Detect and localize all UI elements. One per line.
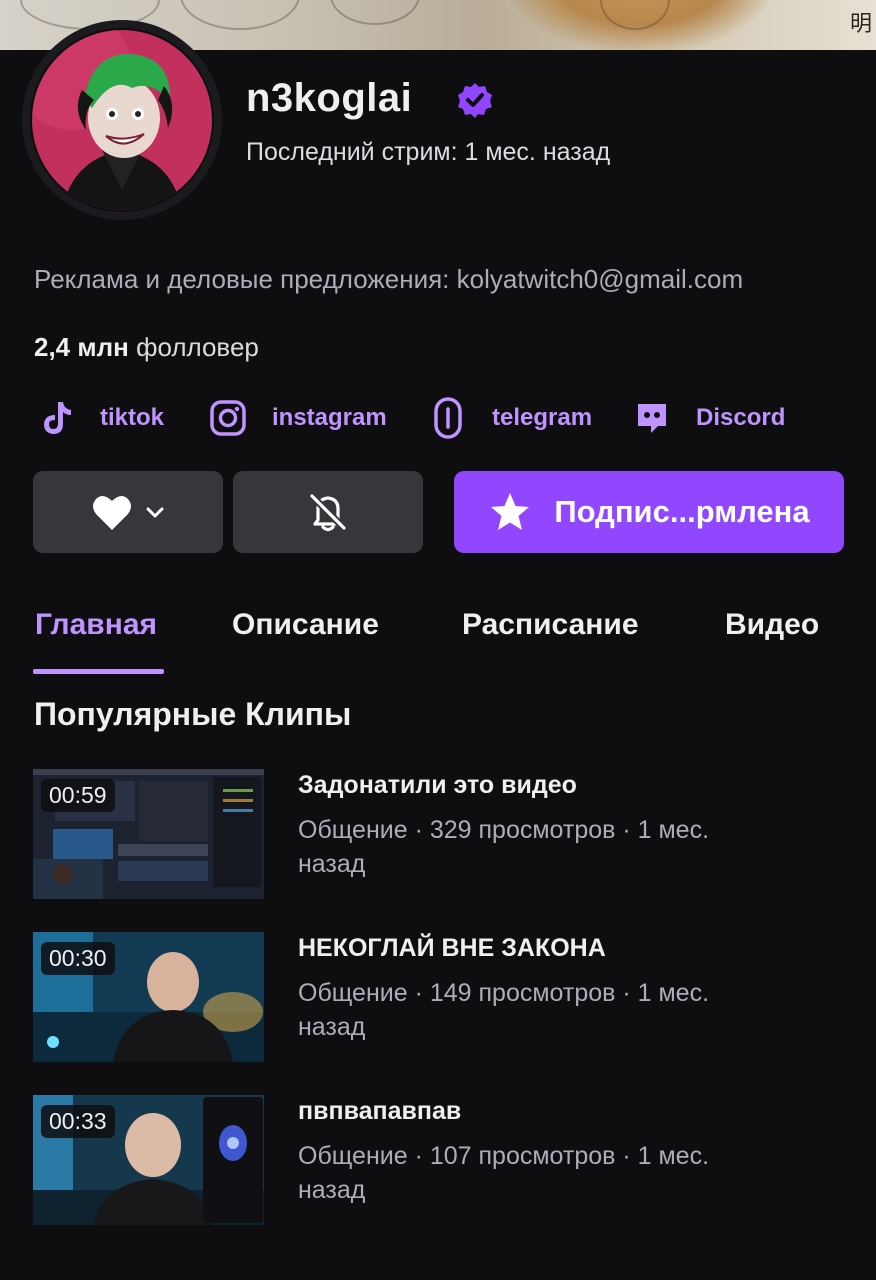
clip-item[interactable]: 00:33 пвпвапавпав Общение · 107 просмотр… bbox=[33, 1095, 843, 1227]
popular-clips-heading: Популярные Клипы bbox=[34, 696, 352, 732]
follow-button[interactable] bbox=[33, 471, 223, 553]
social-link-tiktok[interactable]: tiktok bbox=[34, 394, 164, 442]
channel-name: n3koglai bbox=[246, 76, 413, 120]
followers-number: 2,4 млн bbox=[34, 332, 129, 362]
heart-icon bbox=[93, 495, 131, 530]
followers-count: 2,4 млн фолловер bbox=[34, 332, 259, 363]
tab-schedule[interactable]: Расписание bbox=[462, 608, 639, 642]
clip-duration: 00:33 bbox=[41, 1105, 115, 1138]
subscribe-button[interactable]: Подпис...рмлена bbox=[454, 471, 844, 553]
clip-thumbnail[interactable]: 00:59 bbox=[33, 769, 264, 899]
active-tab-indicator bbox=[33, 669, 164, 674]
instagram-icon bbox=[206, 396, 250, 440]
discord-icon bbox=[630, 396, 674, 440]
social-label: telegram bbox=[492, 404, 593, 431]
star-icon bbox=[491, 493, 530, 530]
banner-glyph: 明 bbox=[849, 12, 872, 37]
social-label: instagram bbox=[272, 404, 387, 431]
clip-item[interactable]: 00:59 Задонатили это видео Общение · 329… bbox=[33, 769, 843, 901]
channel-page: 明 n3koglai Последний стрим: 1 мес. назад… bbox=[0, 0, 876, 1280]
tab-about[interactable]: Описание bbox=[232, 608, 379, 642]
clip-thumbnail[interactable]: 00:30 bbox=[33, 932, 264, 1062]
clip-thumbnail[interactable]: 00:33 bbox=[33, 1095, 264, 1225]
clip-title[interactable]: НЕКОГЛАЙ ВНЕ ЗАКОНА bbox=[298, 934, 606, 963]
channel-tabs: Главная Описание Расписание Видео bbox=[0, 608, 876, 678]
tab-videos[interactable]: Видео bbox=[725, 608, 819, 642]
bell-off-icon bbox=[309, 493, 347, 532]
clip-title[interactable]: Задонатили это видео bbox=[298, 771, 577, 800]
clip-meta: Общение · 149 просмотров · 1 мес. назад bbox=[298, 979, 710, 1041]
clip-duration: 00:30 bbox=[41, 942, 115, 975]
notifications-button[interactable] bbox=[233, 471, 423, 553]
social-link-discord[interactable]: Discord bbox=[630, 394, 785, 442]
tiktok-icon bbox=[34, 396, 78, 440]
social-label: tiktok bbox=[100, 404, 165, 431]
social-label: Discord bbox=[696, 404, 786, 431]
avatar[interactable] bbox=[22, 20, 222, 220]
social-link-instagram[interactable]: instagram bbox=[206, 394, 387, 442]
clip-meta: Общение · 107 просмотров · 1 мес. назад bbox=[298, 1142, 710, 1204]
clip-meta: Общение · 329 просмотров · 1 мес. назад bbox=[298, 816, 710, 878]
business-contact-text: Реклама и деловые предложения: kolyatwit… bbox=[34, 264, 744, 294]
clip-title[interactable]: пвпвапавпав bbox=[298, 1097, 461, 1126]
followers-label: фолловер bbox=[136, 332, 259, 362]
tab-home[interactable]: Главная bbox=[35, 608, 157, 642]
clip-item[interactable]: 00:30 НЕКОГЛАЙ ВНЕ ЗАКОНА Общение · 149 … bbox=[33, 932, 843, 1064]
clip-duration: 00:59 bbox=[41, 779, 115, 812]
social-link-telegram[interactable]: telegram bbox=[426, 394, 592, 442]
last-stream-text: Последний стрим: 1 мес. назад bbox=[246, 138, 611, 166]
verified-badge-icon bbox=[458, 83, 492, 118]
subscribe-label: Подпис...рмлена bbox=[554, 494, 810, 529]
link-icon bbox=[426, 396, 470, 440]
chevron-down-icon bbox=[146, 507, 164, 518]
